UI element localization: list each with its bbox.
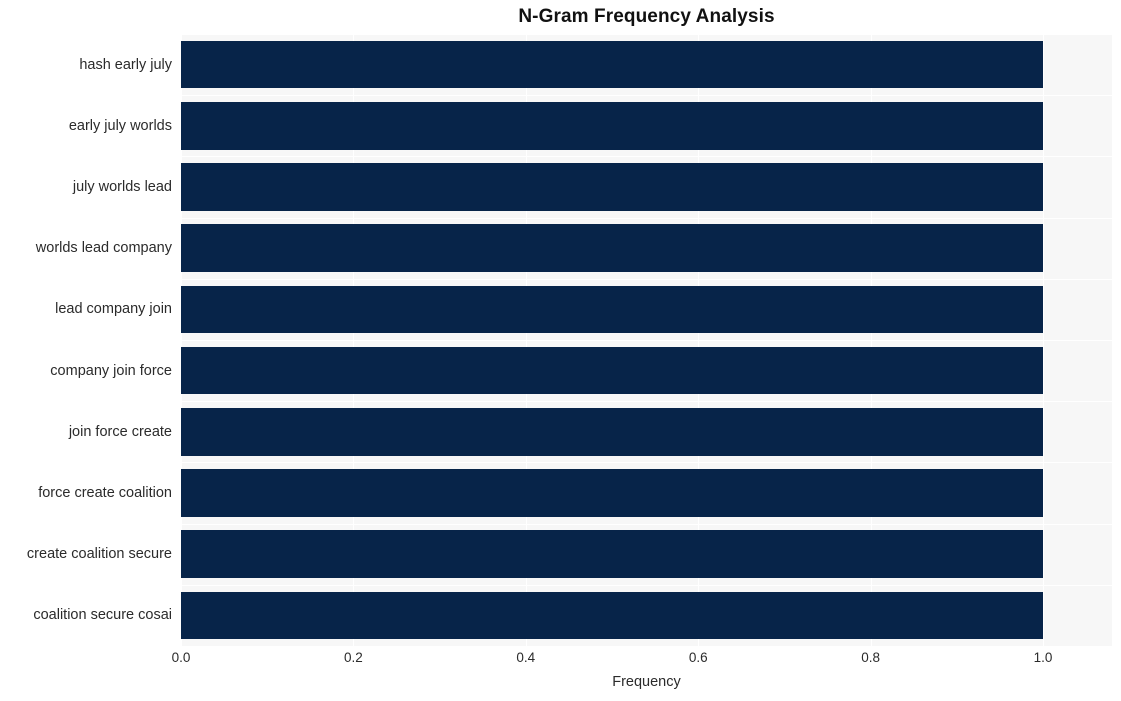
bar <box>181 591 1044 640</box>
chart-title: N-Gram Frequency Analysis <box>518 6 775 27</box>
x-tick-label: 1.0 <box>1033 650 1053 665</box>
y-tick-label: company join force <box>50 362 172 379</box>
y-tick-label: coalition secure cosai <box>33 607 172 624</box>
bar <box>181 469 1044 517</box>
x-tick-label: 0.8 <box>861 650 881 665</box>
bars-layer <box>181 34 1112 646</box>
y-tick-label: july worlds lead <box>72 179 172 195</box>
chart-figure: N-Gram Frequency Analysis hash early jul… <box>0 0 1121 701</box>
y-tick-label: worlds lead company <box>35 240 172 257</box>
x-axis-label: Frequency <box>612 674 681 690</box>
y-tick-label: force create coalition <box>38 485 172 501</box>
plot-area <box>181 34 1112 646</box>
x-tick-label: 0.0 <box>171 650 191 665</box>
bar <box>181 40 1044 89</box>
x-tick-label: 0.4 <box>516 650 536 665</box>
y-tick-label: join force create <box>68 423 172 440</box>
x-tick-label: 0.2 <box>344 650 363 665</box>
bar <box>181 407 1044 456</box>
bar <box>181 224 1044 273</box>
x-tick-label: 0.6 <box>688 650 708 665</box>
bar <box>181 101 1044 150</box>
bar <box>181 163 1044 211</box>
bar <box>181 346 1044 395</box>
bar <box>181 285 1044 334</box>
bar <box>181 530 1044 579</box>
y-tick-label: hash early july <box>79 56 172 73</box>
y-axis-tick-labels: hash early july early july worlds july wor… <box>0 34 172 646</box>
y-tick-label: early july worlds <box>68 117 172 134</box>
y-tick-label: create coalition secure <box>26 546 172 563</box>
y-tick-label: lead company join <box>55 301 172 318</box>
x-axis-tick-labels: 0.0 0.2 0.4 0.6 0.8 1.0 <box>172 650 1112 672</box>
